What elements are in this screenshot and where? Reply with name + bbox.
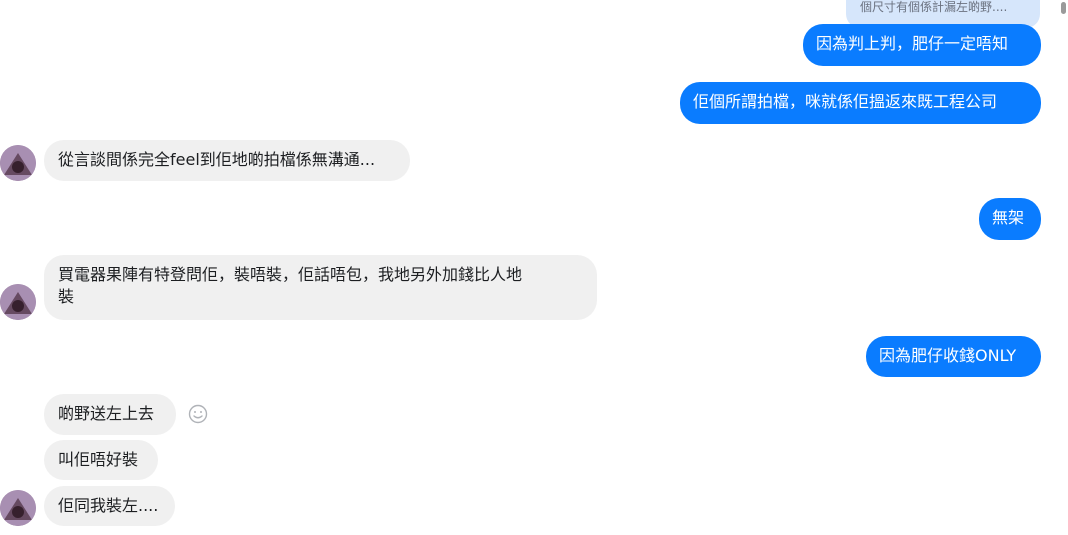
chat-conversation: 個尺寸有個係計漏左啲野.... 因為判上判，肥仔一定唔知 佢個所謂拍檔，咪就係佢… <box>0 0 1068 535</box>
message-bubble-outgoing[interactable]: 無架 <box>979 198 1041 240</box>
avatar-image <box>0 284 36 320</box>
avatar-image <box>0 490 36 526</box>
message-bubble-incoming[interactable]: 從言談間係完全feel到佢地啲拍檔係無溝通... <box>44 140 410 181</box>
message-bubble-incoming[interactable]: 佢同我裝左.... <box>44 486 175 526</box>
quoted-reply-text: 個尺寸有個係計漏左啲野.... <box>860 0 1008 14</box>
message-bubble-incoming[interactable]: 買電器果陣有特登問佢，裝唔裝，佢話唔包，我地另外加錢比人地 裝 <box>44 255 597 320</box>
message-text: 佢同我裝左.... <box>58 496 159 515</box>
message-bubble-incoming[interactable]: 啲野送左上去 <box>44 394 176 435</box>
contact-avatar[interactable] <box>0 145 36 181</box>
message-text-line-2: 裝 <box>58 287 75 306</box>
smiley-face-icon[interactable] <box>188 404 208 424</box>
message-text: 因為判上判，肥仔一定唔知 <box>816 34 1009 53</box>
message-bubble-incoming[interactable]: 叫佢唔好裝 <box>44 440 158 480</box>
message-text: 佢個所謂拍檔，咪就係佢搵返來既工程公司 <box>693 92 998 111</box>
scrollbar[interactable] <box>1060 0 1068 14</box>
contact-avatar[interactable] <box>0 490 36 526</box>
message-text-line-1: 買電器果陣有特登問佢，裝唔裝，佢話唔包，我地另外加錢比人地 <box>58 265 523 284</box>
contact-avatar[interactable] <box>0 284 36 320</box>
scrollbar-thumb[interactable] <box>1061 2 1066 14</box>
message-text: 啲野送左上去 <box>58 404 155 423</box>
message-text: 因為肥仔收錢ONLY <box>879 346 1017 365</box>
message-bubble-outgoing[interactable]: 因為肥仔收錢ONLY <box>866 336 1041 377</box>
message-text: 叫佢唔好裝 <box>58 450 139 469</box>
message-text: 無架 <box>992 208 1025 227</box>
message-text: 從言談間係完全feel到佢地啲拍檔係無溝通... <box>58 150 376 169</box>
avatar-image <box>0 145 36 181</box>
message-bubble-outgoing[interactable]: 佢個所謂拍檔，咪就係佢搵返來既工程公司 <box>680 82 1041 124</box>
message-bubble-outgoing[interactable]: 因為判上判，肥仔一定唔知 <box>803 24 1041 66</box>
